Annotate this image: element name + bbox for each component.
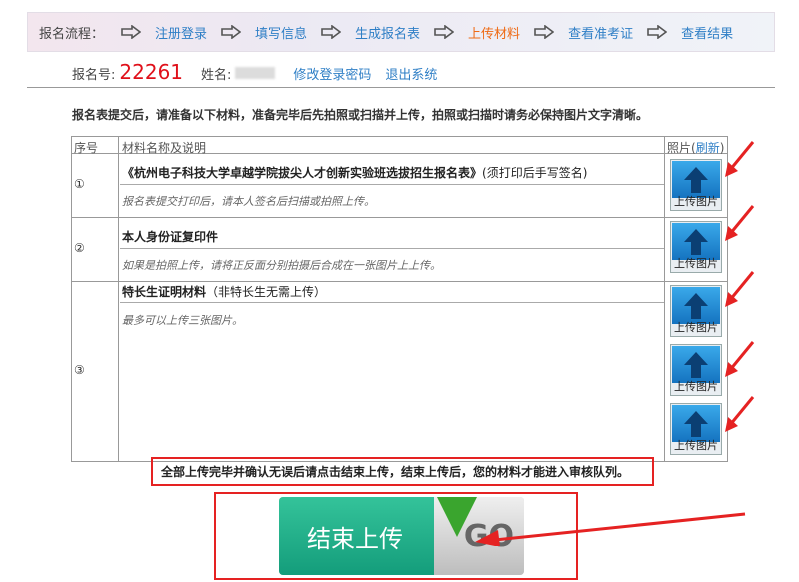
- reg-number-value: 22261: [119, 60, 184, 84]
- instruction-text: 报名表提交后，请准备以下材料，准备完毕后先拍照或扫描并上传，拍照或扫描时请务必保…: [72, 108, 649, 122]
- row-divider: [72, 281, 727, 282]
- annotation-arrow-icon: [475, 512, 746, 546]
- row-number: ③: [74, 363, 85, 377]
- upload-label: 上传图片: [674, 439, 718, 452]
- upload-arrow-icon: [684, 229, 708, 255]
- row-number: ②: [74, 241, 85, 255]
- end-upload-label: 结束上传: [307, 525, 403, 553]
- refresh-link[interactable]: 刷新: [696, 141, 720, 155]
- upload-arrow-icon: [684, 411, 708, 437]
- upload-label: 上传图片: [674, 380, 718, 393]
- row-number: ①: [74, 177, 85, 191]
- material-title: 《杭州电子科技大学卓越学院拔尖人才创新实验班选拔招生报名表》(须打印后手写签名): [122, 166, 588, 180]
- upload-image-button[interactable]: 上传图片: [670, 159, 722, 211]
- upload-arrow-icon: [684, 167, 708, 193]
- arrow-icon: [321, 25, 342, 39]
- progress-steps: 报名流程： 注册登录 填写信息 生成报名表 上传材料 查看准考证 查看结果: [27, 12, 775, 52]
- column-divider: [118, 137, 119, 461]
- step-admission-ticket[interactable]: 查看准考证: [568, 23, 633, 42]
- material-title: 特长生证明材料（非特长生无需上传）: [122, 285, 327, 299]
- arrow-icon: [434, 25, 455, 39]
- material-hint: 最多可以上传三张图片。: [122, 314, 243, 327]
- name-label: 姓名:: [201, 68, 232, 83]
- upload-label: 上传图片: [674, 321, 718, 334]
- applicant-info: 报名号: 22261 姓名: 修改登录密码 退出系统: [72, 60, 451, 86]
- upload-image-button[interactable]: 上传图片: [670, 221, 722, 273]
- steps-label: 报名流程：: [39, 26, 105, 42]
- arrow-icon: [534, 25, 555, 39]
- header-material: 材料名称及说明: [122, 141, 207, 155]
- annotation-arrow-icon: [725, 205, 755, 241]
- materials-table: 序号 材料名称及说明 照片(刷新) ① 《杭州电子科技大学卓越学院拔尖人才创新实…: [71, 136, 728, 462]
- divider: [27, 87, 775, 88]
- material-hint: 如果是拍照上传，请将正反面分别拍摄后合成在一张图片上上传。: [122, 259, 441, 272]
- reg-number-label: 报名号:: [72, 68, 116, 83]
- header-photo: 照片(刷新): [667, 141, 725, 155]
- step-upload-materials[interactable]: 上传材料: [468, 23, 520, 42]
- upload-arrow-icon: [684, 293, 708, 319]
- upload-label: 上传图片: [674, 257, 718, 270]
- material-hint: 报名表提交打印后，请本人签名后扫描或拍照上传。: [122, 195, 375, 208]
- annotation-arrow-icon: [725, 396, 755, 432]
- row-subdivider: [120, 248, 664, 249]
- change-password-link[interactable]: 修改登录密码: [293, 64, 371, 83]
- header-no: 序号: [74, 141, 99, 155]
- arrow-icon: [221, 25, 242, 39]
- confirm-note: 全部上传完毕并确认无误后请点击结束上传，结束上传后，您的材料才能进入审核队列。: [151, 457, 654, 486]
- row-divider: [72, 217, 727, 218]
- annotation-arrow-icon: [725, 341, 755, 377]
- column-divider: [664, 137, 665, 461]
- annotation-arrow-icon: [725, 271, 755, 307]
- step-view-results[interactable]: 查看结果: [681, 23, 733, 42]
- upload-label: 上传图片: [674, 195, 718, 208]
- row-subdivider: [120, 302, 664, 303]
- step-register[interactable]: 注册登录: [155, 23, 207, 42]
- arrow-icon: [121, 25, 141, 39]
- step-fill-info[interactable]: 填写信息: [255, 23, 307, 42]
- step-generate-form[interactable]: 生成报名表: [355, 23, 420, 42]
- upload-image-button[interactable]: 上传图片: [670, 403, 722, 455]
- upload-arrow-icon: [684, 352, 708, 378]
- annotation-arrow-icon: [725, 141, 755, 177]
- material-title: 本人身份证复印件: [122, 230, 219, 244]
- row-subdivider: [120, 184, 664, 185]
- logout-link[interactable]: 退出系统: [385, 64, 437, 83]
- name-value-redacted: [235, 67, 276, 79]
- arrow-icon: [647, 25, 668, 39]
- upload-image-button[interactable]: 上传图片: [670, 285, 722, 337]
- upload-image-button[interactable]: 上传图片: [670, 344, 722, 396]
